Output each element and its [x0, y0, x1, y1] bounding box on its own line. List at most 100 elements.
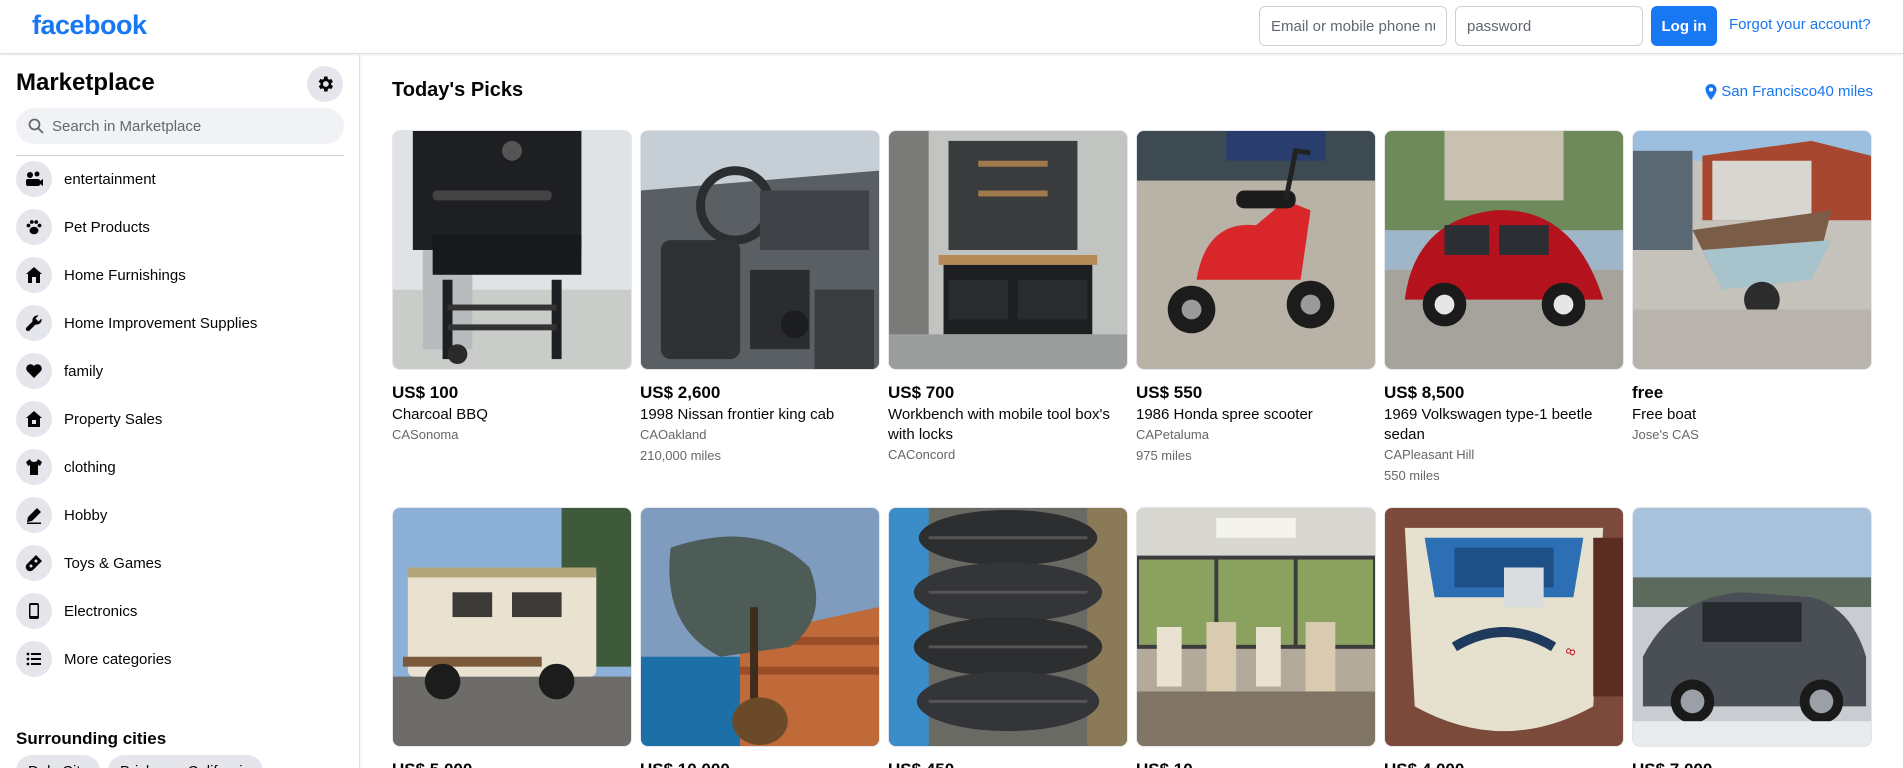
category-label: Pet Products — [64, 218, 150, 236]
listing-photo[interactable] — [1632, 507, 1872, 747]
listing-card[interactable]: US$ 7,000 — [1632, 507, 1872, 768]
listing-card[interactable]: US$ 10,000 — [640, 507, 880, 768]
location-pin-icon — [1705, 83, 1717, 100]
login-button[interactable]: Log in — [1651, 6, 1717, 46]
listing-photo[interactable] — [888, 507, 1128, 747]
section-title: Today's Picks — [392, 79, 524, 101]
listing-location: CAOakland — [640, 427, 707, 442]
home-icon — [16, 257, 52, 293]
listing-photo[interactable] — [1384, 130, 1624, 370]
listing-location: CAPetaluma — [1136, 427, 1209, 442]
category-more[interactable]: More categories — [8, 635, 352, 683]
category-electronics[interactable]: Electronics — [8, 587, 352, 635]
category-hobby[interactable]: Hobby — [8, 491, 352, 539]
listing-location: Jose's CAS — [1632, 427, 1699, 442]
entertainment-icon — [16, 161, 52, 197]
category-label: Electronics — [64, 602, 138, 620]
listing-photo[interactable] — [392, 507, 632, 747]
category-label: Toys & Games — [64, 554, 162, 572]
listing-price: US$ 5,000 — [392, 759, 632, 768]
category-home-improvement[interactable]: Home Improvement Supplies — [8, 299, 352, 347]
list-icon — [16, 641, 52, 677]
gamepad-icon — [16, 545, 52, 581]
listing-card[interactable]: US$ 700 Workbench with mobile tool box's… — [888, 130, 1128, 464]
search-input[interactable] — [52, 117, 332, 135]
listing-card[interactable]: US$ 550 1986 Honda spree scooter CAPetal… — [1136, 130, 1376, 465]
listing-price: US$ 550 — [1136, 383, 1203, 402]
facebook-logo[interactable]: facebook — [32, 10, 147, 41]
listing-photo[interactable] — [640, 130, 880, 370]
listing-title: Charcoal BBQ — [392, 406, 488, 423]
listing-card[interactable]: US$ 8,500 1969 Volkswagen type-1 beetle … — [1384, 130, 1624, 485]
category-label: Hobby — [64, 506, 108, 524]
category-label: family — [64, 362, 104, 380]
listing-photo[interactable] — [640, 507, 880, 747]
paw-icon — [16, 209, 52, 245]
listing-price: US$ 8,500 — [1384, 383, 1465, 402]
listing-card[interactable]: US$ 2,600 1998 Nissan frontier king cab … — [640, 130, 880, 465]
heart-icon — [16, 353, 52, 389]
listing-title: 1986 Honda spree scooter — [1136, 406, 1313, 423]
listing-price: free — [1632, 383, 1664, 402]
listing-title: Free boat — [1632, 406, 1697, 423]
listing-card[interactable]: US$ 10 — [1136, 507, 1376, 768]
search-icon — [28, 118, 44, 134]
category-entertainment[interactable]: entertainment — [8, 155, 352, 203]
category-label: clothing — [64, 458, 116, 476]
listing-price: US$ 4,000 — [1384, 759, 1624, 768]
listing-title: 1998 Nissan frontier king cab — [640, 406, 835, 423]
listing-location: CAConcord — [888, 447, 956, 462]
surrounding-cities-title: Surrounding cities — [16, 729, 167, 748]
listing-mileage: 975 miles — [1136, 448, 1192, 463]
location-label: San Francisco40 miles — [1721, 83, 1873, 100]
pencil-icon — [16, 497, 52, 533]
listing-card[interactable]: free Free boat Jose's CAS — [1632, 130, 1872, 444]
listing-location: CAPleasant Hill — [1384, 447, 1475, 462]
marketplace-search[interactable] — [16, 108, 344, 144]
category-family[interactable]: family — [8, 347, 352, 395]
listing-price: US$ 450 — [888, 759, 1128, 768]
listing-photo[interactable] — [1632, 130, 1872, 370]
listing-photo[interactable] — [1136, 507, 1376, 747]
password-input[interactable] — [1455, 6, 1643, 46]
city-chip[interactable]: Daly City — [16, 755, 101, 768]
category-label: entertainment — [64, 170, 156, 188]
listing-price: US$ 10 — [1136, 759, 1376, 768]
listing-mileage: 550 miles — [1384, 468, 1440, 483]
gear-icon — [318, 76, 333, 92]
top-navigation-bar: facebook Log in Forgot your account? — [0, 0, 1903, 54]
phone-icon — [16, 593, 52, 629]
category-label: Home Furnishings — [64, 266, 186, 284]
listing-price: US$ 100 — [392, 383, 459, 402]
listing-price: US$ 7,000 — [1632, 759, 1872, 768]
sidebar-title: Marketplace — [16, 69, 155, 96]
category-label: More categories — [64, 650, 172, 668]
category-toys-games[interactable]: Toys & Games — [8, 539, 352, 587]
listing-card[interactable]: US$ 100 Charcoal BBQ CASonoma — [392, 130, 632, 444]
listing-photo[interactable] — [888, 130, 1128, 370]
forgot-account-link[interactable]: Forgot your account? — [1729, 16, 1871, 33]
category-label: Home Improvement Supplies — [64, 314, 258, 332]
category-clothing[interactable]: clothing — [8, 443, 352, 491]
listing-price: US$ 700 — [888, 383, 955, 402]
category-property-sales[interactable]: Property Sales — [8, 395, 352, 443]
listing-card[interactable]: US$ 5,000 — [392, 507, 632, 768]
marketplace-feed: Today's Picks San Francisco40 miles US$ … — [361, 55, 1903, 768]
city-chip[interactable]: Brisbane, California — [108, 755, 263, 768]
category-pet-products[interactable]: Pet Products — [8, 203, 352, 251]
listing-location: CASonoma — [392, 427, 459, 442]
listing-price: US$ 10,000 — [640, 759, 880, 768]
category-home-furnishings[interactable]: Home Furnishings — [8, 251, 352, 299]
listing-photo[interactable] — [392, 130, 632, 370]
location-filter[interactable]: San Francisco40 miles — [1704, 83, 1873, 100]
listing-title: 1969 Volkswagen type-1 beetle sedan — [1384, 406, 1593, 443]
listing-photo[interactable]: 8 — [1384, 507, 1624, 747]
listing-photo[interactable] — [1136, 130, 1376, 370]
listing-card[interactable]: 8 US$ 4,000 — [1384, 507, 1624, 768]
email-input[interactable] — [1259, 6, 1447, 46]
shirt-icon — [16, 449, 52, 485]
listing-price: US$ 2,600 — [640, 383, 721, 402]
settings-button[interactable] — [307, 66, 343, 102]
category-label: Property Sales — [64, 410, 163, 428]
listing-card[interactable]: US$ 450 — [888, 507, 1128, 768]
